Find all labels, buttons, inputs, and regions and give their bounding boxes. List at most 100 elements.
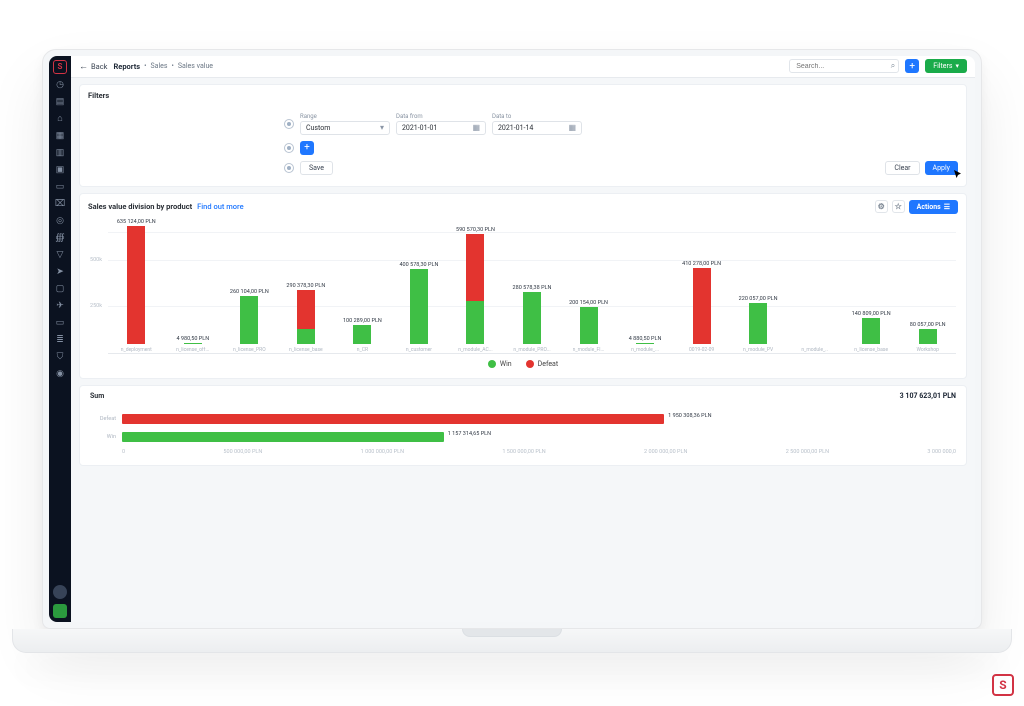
bar-group[interactable]: 200 154,00 PLNn_module_Fl... bbox=[560, 300, 617, 353]
bar-group[interactable]: 4 880,50 PLNn_module_... bbox=[617, 336, 674, 353]
date-to-field: Data to 2021-01-14 ▦ bbox=[492, 113, 582, 135]
chevron-down-icon: ▾ bbox=[380, 123, 384, 132]
arrow-left-icon: ← bbox=[79, 61, 88, 72]
date-to-value: 2021-01-14 bbox=[498, 124, 533, 132]
bar-group[interactable]: n_module_.. bbox=[786, 343, 843, 353]
actions-button[interactable]: Actions ☰ bbox=[909, 200, 958, 214]
calendar-icon: ▦ bbox=[568, 123, 576, 132]
dot-icon: • bbox=[172, 62, 174, 70]
bar-group[interactable]: 635 124,00 PLNn_deployment bbox=[108, 219, 165, 353]
nav-list-icon[interactable]: ≣ bbox=[54, 334, 66, 346]
actions-label: Actions bbox=[917, 203, 941, 211]
save-button[interactable]: Save bbox=[300, 161, 333, 175]
nav-building-icon[interactable]: ▦ bbox=[54, 130, 66, 142]
nav-folder-icon[interactable]: ▭ bbox=[54, 181, 66, 193]
chart1-title: Sales value division by product bbox=[88, 202, 192, 211]
filters-title: Filters bbox=[80, 85, 966, 106]
nav-monitor-icon[interactable]: ▭ bbox=[54, 317, 66, 329]
nav-price-icon[interactable]: ∰ bbox=[54, 232, 66, 244]
dot-icon: • bbox=[144, 62, 146, 70]
back-label: Back bbox=[91, 62, 107, 71]
back-button[interactable]: ← Back bbox=[79, 61, 107, 72]
bar-group[interactable]: 140 809,00 PLNn_license_base bbox=[843, 311, 900, 353]
crumb-sales[interactable]: Sales bbox=[151, 62, 168, 70]
laptop-notch bbox=[462, 629, 562, 637]
star-icon[interactable]: ☆ bbox=[892, 200, 905, 213]
filters-button[interactable]: Filters ▾ bbox=[925, 59, 967, 73]
nav-suitcase-icon[interactable]: ⌧ bbox=[54, 198, 66, 210]
chart1-panel: Sales value division by product Find out… bbox=[79, 193, 967, 379]
chart1-plot: 250k500k635 124,00 PLNn_deployment4 980,… bbox=[108, 224, 956, 354]
legend-win[interactable]: Win bbox=[488, 360, 512, 368]
laptop-frame: S ◷ ▤ ⌂ ▦ ▥ ▣ ▭ ⌧ ◎ ∰ ▽ ➤ ▢ ✈ ▭ ≣ ⛉ ◉ bbox=[42, 49, 982, 629]
apply-button[interactable]: Apply bbox=[925, 161, 958, 175]
search-input[interactable] bbox=[789, 59, 899, 73]
menu-icon: ☰ bbox=[944, 203, 950, 211]
nav-chart-icon[interactable]: ▤ bbox=[54, 96, 66, 108]
search-box: ⌕ bbox=[789, 59, 899, 73]
bar-group[interactable]: 100 289,00 PLNn_CR bbox=[334, 318, 391, 353]
bar-group[interactable]: 400 578,30 PLNn_customer bbox=[391, 262, 448, 352]
nav-rocket-icon[interactable]: ✈ bbox=[54, 300, 66, 312]
save-label: Save bbox=[309, 164, 324, 172]
nav-radar-icon[interactable]: ◉ bbox=[54, 368, 66, 380]
nav-target-icon[interactable]: ◎ bbox=[54, 215, 66, 227]
bar-group[interactable]: 290 378,30 PLNn_license_base bbox=[278, 283, 335, 353]
app-root: S ◷ ▤ ⌂ ▦ ▥ ▣ ▭ ⌧ ◎ ∰ ▽ ➤ ▢ ✈ ▭ ≣ ⛉ ◉ bbox=[49, 56, 975, 622]
range-select[interactable]: Custom ▾ bbox=[300, 121, 390, 135]
calendar-icon: ▦ bbox=[472, 123, 480, 132]
step-bullet-icon bbox=[284, 119, 294, 129]
dot-defeat-icon bbox=[526, 360, 534, 368]
step-bullet-icon bbox=[284, 143, 294, 153]
date-from-input[interactable]: 2021-01-01 ▦ bbox=[396, 121, 486, 135]
apply-label: Apply bbox=[933, 164, 950, 172]
add-button[interactable]: + bbox=[905, 59, 919, 73]
hbar-row[interactable]: Win1 157 314,65 PLN bbox=[90, 428, 956, 446]
bar-group[interactable]: 260 104,00 PLNn_license_PRO bbox=[221, 289, 278, 353]
nav-filter-icon[interactable]: ▽ bbox=[54, 249, 66, 261]
screen: S ◷ ▤ ⌂ ▦ ▥ ▣ ▭ ⌧ ◎ ∰ ▽ ➤ ▢ ✈ ▭ ≣ ⛉ ◉ bbox=[49, 56, 975, 622]
nav-doc-icon[interactable]: ▥ bbox=[54, 147, 66, 159]
filters-body: Range Custom ▾ Data from 2021-0 bbox=[80, 106, 966, 186]
bar-group[interactable]: 4 980,50 PLNn_license_off... bbox=[165, 336, 222, 353]
filters-panel: Filters Range Custom ▾ bbox=[79, 84, 967, 187]
bar-group[interactable]: 80 057,00 PLNWorkshop bbox=[899, 322, 956, 353]
crumb-sales-value[interactable]: Sales value bbox=[178, 62, 213, 70]
search-icon[interactable]: ⌕ bbox=[891, 61, 895, 71]
dot-win-icon bbox=[488, 360, 496, 368]
bar-group[interactable]: 410 278,00 PLN0019-02-09 bbox=[673, 261, 730, 353]
crumb-root[interactable]: Reports bbox=[113, 62, 140, 71]
legend-defeat[interactable]: Defeat bbox=[526, 360, 558, 368]
nav-clock-icon[interactable]: ◷ bbox=[54, 79, 66, 91]
bottom-badge-icon[interactable] bbox=[53, 604, 67, 618]
bar-group[interactable]: 590 570,30 PLNn_module_AC... bbox=[447, 227, 504, 353]
range-value: Custom bbox=[306, 124, 330, 132]
main-area: ← Back Reports • Sales • Sales value ⌕ bbox=[71, 56, 975, 622]
nav-calendar-icon[interactable]: ▣ bbox=[54, 164, 66, 176]
date-from-field: Data from 2021-01-01 ▦ bbox=[396, 113, 486, 135]
range-label: Range bbox=[300, 113, 390, 120]
bar-group[interactable]: 280 578,38 PLNn_module_PRO... bbox=[504, 285, 561, 353]
chevron-down-icon: ▾ bbox=[955, 62, 959, 70]
app-logo[interactable]: S bbox=[53, 60, 67, 74]
sidebar: S ◷ ▤ ⌂ ▦ ▥ ▣ ▭ ⌧ ◎ ∰ ▽ ➤ ▢ ✈ ▭ ≣ ⛉ ◉ bbox=[49, 56, 71, 622]
chart2-xaxis: 0500 000,00 PLN1 000 000,00 PLN1 500 000… bbox=[122, 446, 956, 455]
filters-label: Filters bbox=[933, 62, 952, 70]
nav-shield-icon[interactable]: ⛉ bbox=[54, 351, 66, 363]
find-out-more-link[interactable]: Find out more bbox=[197, 202, 243, 211]
nav-box-icon[interactable]: ▢ bbox=[54, 283, 66, 295]
nav-briefcase-icon[interactable]: ⌂ bbox=[54, 113, 66, 125]
add-filter-button[interactable]: + bbox=[300, 141, 314, 155]
breadcrumb: Reports • Sales • Sales value bbox=[113, 62, 213, 71]
gear-icon[interactable]: ⚙ bbox=[875, 200, 888, 213]
date-from-label: Data from bbox=[396, 113, 486, 120]
chart1-body: 250k500k635 124,00 PLNn_deployment4 980,… bbox=[80, 220, 966, 378]
clear-button[interactable]: Clear bbox=[885, 161, 919, 175]
user-avatar[interactable] bbox=[53, 585, 67, 599]
topbar: ← Back Reports • Sales • Sales value ⌕ bbox=[71, 56, 975, 78]
hbar-row[interactable]: Defeat1 950 308,36 PLN bbox=[90, 410, 956, 428]
bar-group[interactable]: 220 057,00 PLNn_module_PV bbox=[730, 296, 787, 353]
page-watermark-icon: S bbox=[992, 674, 1014, 696]
date-to-input[interactable]: 2021-01-14 ▦ bbox=[492, 121, 582, 135]
nav-send-icon[interactable]: ➤ bbox=[54, 266, 66, 278]
